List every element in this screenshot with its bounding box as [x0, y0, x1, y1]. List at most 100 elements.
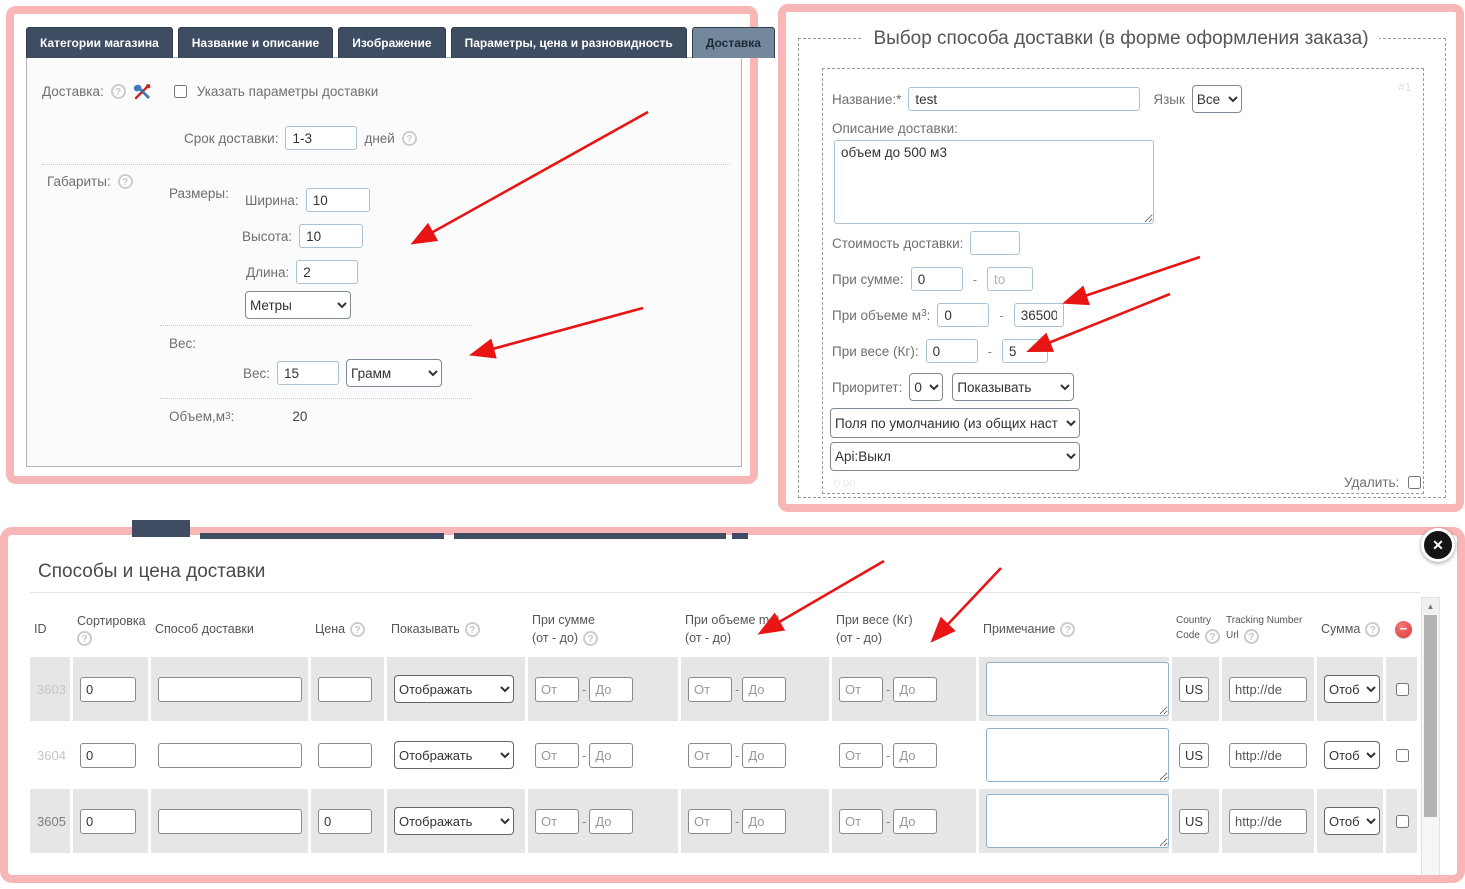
method-input[interactable]: [158, 809, 302, 834]
price-input[interactable]: [318, 809, 372, 834]
sum-to-input[interactable]: [987, 267, 1033, 291]
help-icon[interactable]: ?: [118, 174, 133, 189]
note-textarea[interactable]: [986, 728, 1169, 782]
sum-from-input[interactable]: [535, 677, 579, 702]
help-icon[interactable]: ?: [77, 631, 92, 646]
weight-from-input[interactable]: [839, 677, 883, 702]
language-select[interactable]: Все: [1192, 85, 1242, 113]
weight-from-input[interactable]: [839, 743, 883, 768]
sum-select[interactable]: Отоб: [1324, 807, 1380, 835]
sum-label: При сумме:: [832, 272, 904, 287]
weight-range-label: При весе (Кг):: [832, 344, 919, 359]
weight-from-input[interactable]: [839, 809, 883, 834]
description-textarea[interactable]: объем до 500 м3: [834, 140, 1154, 224]
priority-select[interactable]: 0: [909, 373, 943, 401]
country-input[interactable]: [1179, 809, 1209, 834]
volume-from-input[interactable]: [688, 677, 732, 702]
specify-delivery-checkbox[interactable]: [174, 85, 187, 98]
tab-name-description[interactable]: Название и описание: [178, 27, 333, 58]
sum-select[interactable]: Отоб: [1324, 675, 1380, 703]
country-input[interactable]: [1179, 677, 1209, 702]
sum-to-input[interactable]: [589, 743, 633, 768]
cost-row: Стоимость доставки:: [832, 231, 1020, 255]
api-select[interactable]: Api:Выкл: [830, 442, 1080, 471]
entry-badge: #1: [1398, 80, 1411, 94]
sum-from-input[interactable]: [535, 743, 579, 768]
row-checkbox[interactable]: [1396, 815, 1409, 828]
table-scrollbar[interactable]: ▲: [1421, 597, 1440, 875]
help-icon[interactable]: ?: [1060, 622, 1075, 637]
tracking-url-input[interactable]: [1229, 677, 1307, 702]
tab-delivery[interactable]: Доставка: [692, 27, 775, 58]
default-fields-select[interactable]: Поля по умолчанию (из общих наст: [830, 408, 1080, 438]
delete-checkbox[interactable]: [1408, 476, 1421, 489]
volume-to-input[interactable]: [742, 677, 786, 702]
tools-icon[interactable]: [133, 83, 153, 101]
sort-input[interactable]: [80, 809, 136, 834]
scrollbar-up-icon[interactable]: ▲: [1422, 598, 1439, 614]
weight-to-input[interactable]: [893, 677, 937, 702]
volume-to-input[interactable]: [742, 809, 786, 834]
help-icon[interactable]: ?: [1244, 629, 1259, 644]
help-icon[interactable]: ?: [583, 631, 598, 646]
sort-input[interactable]: [80, 677, 136, 702]
unit-select[interactable]: Метры: [245, 291, 351, 319]
dimensions-section: Габариты: ?: [47, 174, 133, 189]
weight-unit-select[interactable]: Грамм: [346, 359, 442, 387]
weight-to-input[interactable]: [893, 809, 937, 834]
show-select[interactable]: Отображать: [394, 807, 514, 835]
help-icon[interactable]: ?: [402, 131, 417, 146]
show-select[interactable]: Отображать: [394, 741, 514, 769]
country-input[interactable]: [1179, 743, 1209, 768]
name-row: Название:* Язык Все: [832, 85, 1242, 113]
help-icon[interactable]: ?: [111, 84, 126, 99]
name-input[interactable]: [908, 87, 1140, 111]
col-price: Цена?: [311, 601, 384, 657]
weight-input[interactable]: [277, 361, 339, 385]
weight-from-input[interactable]: [926, 339, 978, 363]
price-input[interactable]: [318, 677, 372, 702]
close-icon[interactable]: ✕: [1421, 528, 1455, 562]
show-select[interactable]: Отображать: [394, 675, 514, 703]
sum-from-input[interactable]: [535, 809, 579, 834]
tab-image[interactable]: Изображение: [338, 27, 445, 58]
method-input[interactable]: [158, 743, 302, 768]
sum-to-input[interactable]: [589, 809, 633, 834]
row-checkbox[interactable]: [1396, 749, 1409, 762]
volume-to-input[interactable]: [742, 743, 786, 768]
help-icon[interactable]: ?: [465, 622, 480, 637]
tab-shop-categories[interactable]: Категории магазина: [26, 27, 173, 58]
scrollbar-thumb[interactable]: [1424, 615, 1437, 817]
length-input[interactable]: [296, 260, 358, 284]
background-tab-fragment: [132, 520, 190, 537]
row-checkbox[interactable]: [1396, 683, 1409, 696]
price-input[interactable]: [318, 743, 372, 768]
help-icon[interactable]: ?: [350, 622, 365, 637]
tracking-url-input[interactable]: [1229, 743, 1307, 768]
method-input[interactable]: [158, 677, 302, 702]
specify-delivery-label: Указать параметры доставки: [197, 84, 379, 99]
tracking-url-input[interactable]: [1229, 809, 1307, 834]
weight-to-input[interactable]: [893, 743, 937, 768]
volume-from-input[interactable]: [937, 303, 989, 327]
cost-input[interactable]: [970, 231, 1020, 255]
width-input[interactable]: [306, 188, 370, 212]
range-dash: -: [985, 344, 995, 359]
help-icon[interactable]: ?: [1205, 629, 1220, 644]
volume-from-input[interactable]: [688, 809, 732, 834]
volume-from-input[interactable]: [688, 743, 732, 768]
sort-input[interactable]: [80, 743, 136, 768]
delivery-time-input[interactable]: [285, 126, 357, 150]
remove-rows-icon[interactable]: −: [1395, 621, 1412, 638]
height-input[interactable]: [299, 224, 363, 248]
sum-to-input[interactable]: [589, 677, 633, 702]
note-textarea[interactable]: [986, 662, 1169, 716]
visibility-select[interactable]: Показывать: [952, 373, 1074, 401]
sum-select[interactable]: Отоб: [1324, 741, 1380, 769]
tab-params-price[interactable]: Параметры, цена и разновидность: [451, 27, 687, 58]
sum-from-input[interactable]: [911, 267, 963, 291]
note-textarea[interactable]: [986, 794, 1169, 848]
volume-to-input[interactable]: [1014, 303, 1064, 327]
weight-to-input[interactable]: [1002, 339, 1048, 363]
help-icon[interactable]: ?: [1365, 622, 1380, 637]
